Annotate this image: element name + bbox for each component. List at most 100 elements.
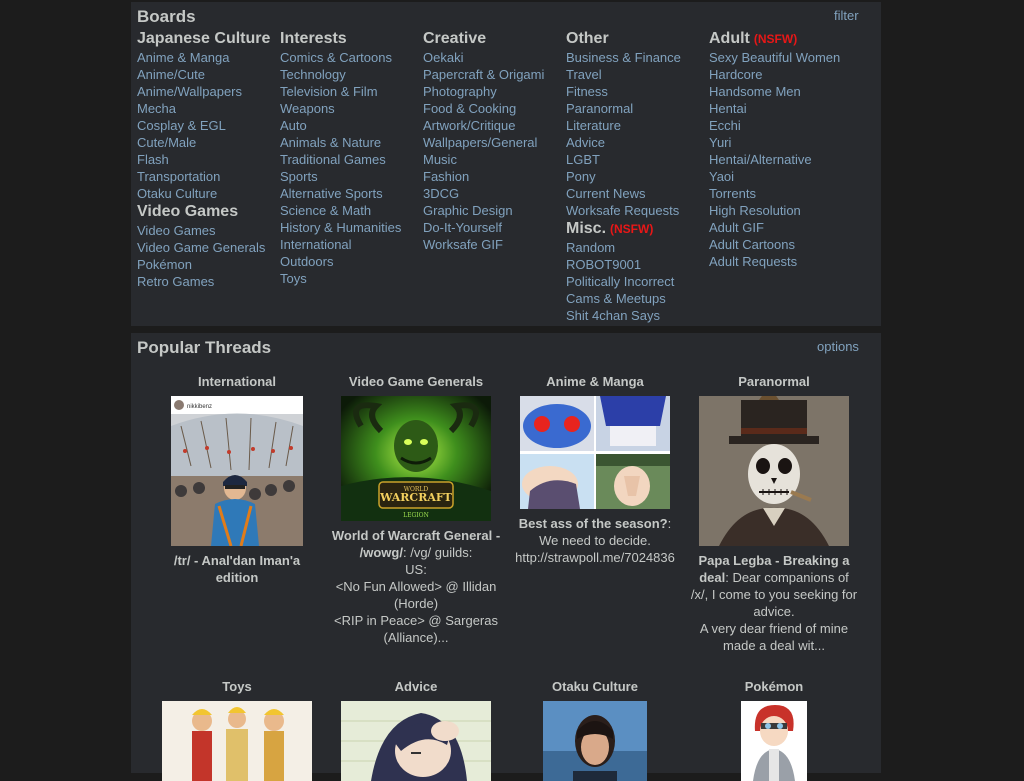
options-link[interactable]: options (817, 339, 859, 354)
board-link[interactable]: Transportation (137, 168, 277, 185)
thread-thumbnail[interactable] (543, 701, 647, 781)
board-group: Video Games Video Games Video Game Genera… (137, 202, 277, 290)
board-link[interactable]: Traditional Games (280, 151, 420, 168)
thread-board-name: Paranormal (738, 374, 810, 389)
thread-body-line: <No Fun Allowed> @ Illidan (Horde) (335, 579, 497, 611)
board-link[interactable]: Fitness (566, 83, 706, 100)
thread-thumbnail[interactable] (162, 701, 312, 781)
board-link[interactable]: Sexy Beautiful Women (709, 49, 849, 66)
board-link[interactable]: LGBT (566, 151, 706, 168)
board-link[interactable]: Current News (566, 185, 706, 202)
board-link[interactable]: Handsome Men (709, 83, 849, 100)
board-link[interactable]: Cosplay & EGL (137, 117, 277, 134)
thread-thumbnail[interactable] (699, 396, 849, 546)
board-link[interactable]: Shit 4chan Says (566, 307, 706, 324)
thread-thumbnail[interactable]: WORLD WARCRAFT LEGION (341, 396, 491, 521)
board-link[interactable]: High Resolution (709, 202, 849, 219)
board-link[interactable]: Fashion (423, 168, 563, 185)
board-link[interactable]: Cams & Meetups (566, 290, 706, 307)
thread-thumbnail[interactable] (520, 396, 670, 509)
board-link[interactable]: ROBOT9001 (566, 256, 706, 273)
board-link[interactable]: Papercraft & Origami (423, 66, 563, 83)
board-link[interactable]: Do-It-Yourself (423, 219, 563, 236)
board-link[interactable]: Wallpapers/General (423, 134, 563, 151)
board-link[interactable]: Retro Games (137, 273, 277, 290)
board-link[interactable]: Mecha (137, 100, 277, 117)
board-group: Misc. (NSFW) Random ROBOT9001 Politically I… (566, 219, 706, 324)
board-link[interactable]: Business & Finance (566, 49, 706, 66)
board-link[interactable]: Torrents (709, 185, 849, 202)
board-link[interactable]: Flash (137, 151, 277, 168)
board-link[interactable]: Worksafe GIF (423, 236, 563, 253)
thumbnail-image (741, 701, 807, 781)
wow-logo-main: WARCRAFT (379, 491, 453, 504)
board-link[interactable]: Science & Math (280, 202, 420, 219)
thread-board-name: Advice (394, 679, 438, 694)
board-link[interactable]: Music (423, 151, 563, 168)
board-link[interactable]: Comics & Cartoons (280, 49, 420, 66)
board-link[interactable]: Politically Incorrect (566, 273, 706, 290)
board-link[interactable]: Travel (566, 66, 706, 83)
board-link[interactable]: Auto (280, 117, 420, 134)
board-link[interactable]: Ecchi (709, 117, 849, 134)
board-link[interactable]: Toys (280, 270, 420, 287)
thread-teaser: World of Warcraft General - /wowg/: /vg/… (331, 527, 501, 646)
board-link[interactable]: Anime & Manga (137, 49, 277, 66)
board-link[interactable]: Hardcore (709, 66, 849, 83)
board-link[interactable]: Hentai/Alternative (709, 151, 849, 168)
board-link[interactable]: Anime/Wallpapers (137, 83, 277, 100)
board-link[interactable]: Oekaki (423, 49, 563, 66)
group-items-creative: Oekaki Papercraft & Origami Photography Foo… (423, 49, 563, 253)
board-link[interactable]: Graphic Design (423, 202, 563, 219)
group-title-video-games: Video Games (137, 203, 239, 220)
board-link[interactable]: Pony (566, 168, 706, 185)
board-link[interactable]: Television & Film (280, 83, 420, 100)
board-link[interactable]: Weapons (280, 100, 420, 117)
board-link[interactable]: 3DCG (423, 185, 563, 202)
board-group: Japanese Culture Anime & Manga Anime/Cute… (137, 29, 277, 202)
board-link[interactable]: International (280, 236, 420, 253)
board-link[interactable]: Technology (280, 66, 420, 83)
thread-card: Paranormal Papa Legba - Breaking a deal:… (689, 373, 859, 654)
thread-thumbnail[interactable]: nikkibenz (171, 396, 303, 546)
thread-thumbnail[interactable] (341, 701, 491, 781)
board-link[interactable]: History & Humanities (280, 219, 420, 236)
board-link[interactable]: Animals & Nature (280, 134, 420, 151)
board-link[interactable]: Video Game Generals (137, 239, 277, 256)
thread-card: Advice (331, 678, 501, 781)
thread-subject[interactable]: /tr/ - Anal'dan Iman'a edition (174, 553, 300, 585)
board-link[interactable]: Food & Cooking (423, 100, 563, 117)
board-link[interactable]: Adult Requests (709, 253, 849, 270)
boards-title: Boards (137, 7, 196, 26)
thread-body: : /vg/ guilds: (402, 545, 473, 560)
board-link[interactable]: Yaoi (709, 168, 849, 185)
board-link[interactable]: Hentai (709, 100, 849, 117)
board-link[interactable]: Random (566, 239, 706, 256)
board-link[interactable]: Video Games (137, 222, 277, 239)
board-link[interactable]: Alternative Sports (280, 185, 420, 202)
thread-body-line: <RIP in Peace> @ Sargeras (Alliance)... (334, 613, 498, 645)
board-link[interactable]: Artwork/Critique (423, 117, 563, 134)
board-link[interactable]: Adult Cartoons (709, 236, 849, 253)
board-link[interactable]: Adult GIF (709, 219, 849, 236)
board-link[interactable]: Anime/Cute (137, 66, 277, 83)
board-link[interactable]: Paranormal (566, 100, 706, 117)
thumbnail-image: WORLD WARCRAFT LEGION (341, 396, 491, 521)
board-link[interactable]: Photography (423, 83, 563, 100)
board-link[interactable]: Literature (566, 117, 706, 134)
board-link[interactable]: Outdoors (280, 253, 420, 270)
group-items-adult: Sexy Beautiful Women Hardcore Handsome Men… (709, 49, 849, 270)
filter-link[interactable]: filter (834, 8, 859, 23)
group-items-japanese-culture: Anime & Manga Anime/Cute Anime/Wallpapers M… (137, 49, 277, 202)
board-link[interactable]: Otaku Culture (137, 185, 277, 202)
thread-subject[interactable]: Best ass of the season? (519, 516, 668, 531)
board-link[interactable]: Cute/Male (137, 134, 277, 151)
board-link[interactable]: Advice (566, 134, 706, 151)
thumbnail-image: nikkibenz (171, 396, 303, 546)
board-link[interactable]: Pokémon (137, 256, 277, 273)
board-link[interactable]: Yuri (709, 134, 849, 151)
thread-thumbnail[interactable] (741, 701, 807, 781)
thread-teaser: /tr/ - Anal'dan Iman'a edition (152, 552, 322, 586)
board-link[interactable]: Worksafe Requests (566, 202, 706, 219)
board-link[interactable]: Sports (280, 168, 420, 185)
